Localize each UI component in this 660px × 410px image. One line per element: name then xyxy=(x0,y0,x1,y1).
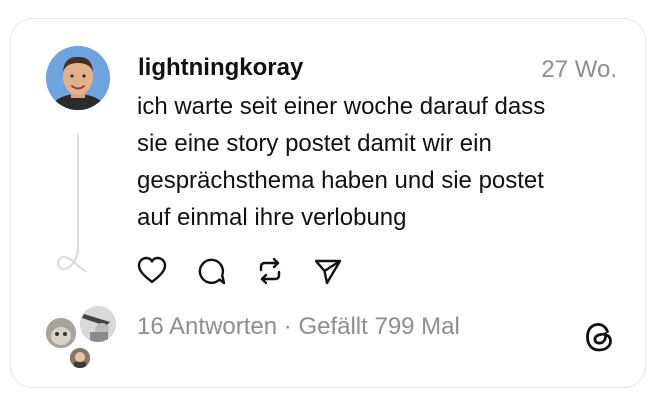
replier-avatar[interactable] xyxy=(68,346,92,370)
thread-curl-icon xyxy=(57,246,87,272)
avatar[interactable] xyxy=(46,46,110,110)
repost-icon[interactable] xyxy=(255,255,285,287)
post-stats: 16 Antworten · Gefällt 799 Mal xyxy=(137,313,460,341)
post-text: ich warte seit einer woche darauf dass s… xyxy=(137,88,627,236)
post-text-line: auf einmal ihre verlobung xyxy=(137,204,407,231)
comment-icon[interactable] xyxy=(196,255,226,287)
username[interactable]: lightningkoray xyxy=(138,54,303,82)
replies-count[interactable]: 16 Antworten xyxy=(137,313,277,340)
replier-photo-icon xyxy=(80,306,116,342)
replier-photo-icon xyxy=(46,318,76,348)
heart-icon[interactable] xyxy=(137,255,167,287)
stats-separator: · xyxy=(277,313,299,340)
post-text-line: ich warte seit einer woche darauf dass xyxy=(137,93,546,120)
likes-count[interactable]: Gefällt 799 Mal xyxy=(298,313,459,340)
threads-logo-icon[interactable] xyxy=(584,320,616,354)
post-text-line: gesprächsthema haben und sie postet xyxy=(137,167,544,194)
timestamp[interactable]: 27 Wo. xyxy=(541,56,617,84)
replier-avatar[interactable] xyxy=(44,316,78,350)
replier-avatar[interactable] xyxy=(78,304,118,344)
thread-line xyxy=(77,134,79,254)
post-text-line: sie eine story postet damit wir ein xyxy=(137,130,492,157)
send-icon[interactable] xyxy=(313,255,343,287)
avatar-photo-icon xyxy=(46,46,110,110)
replier-photo-icon xyxy=(70,348,90,368)
